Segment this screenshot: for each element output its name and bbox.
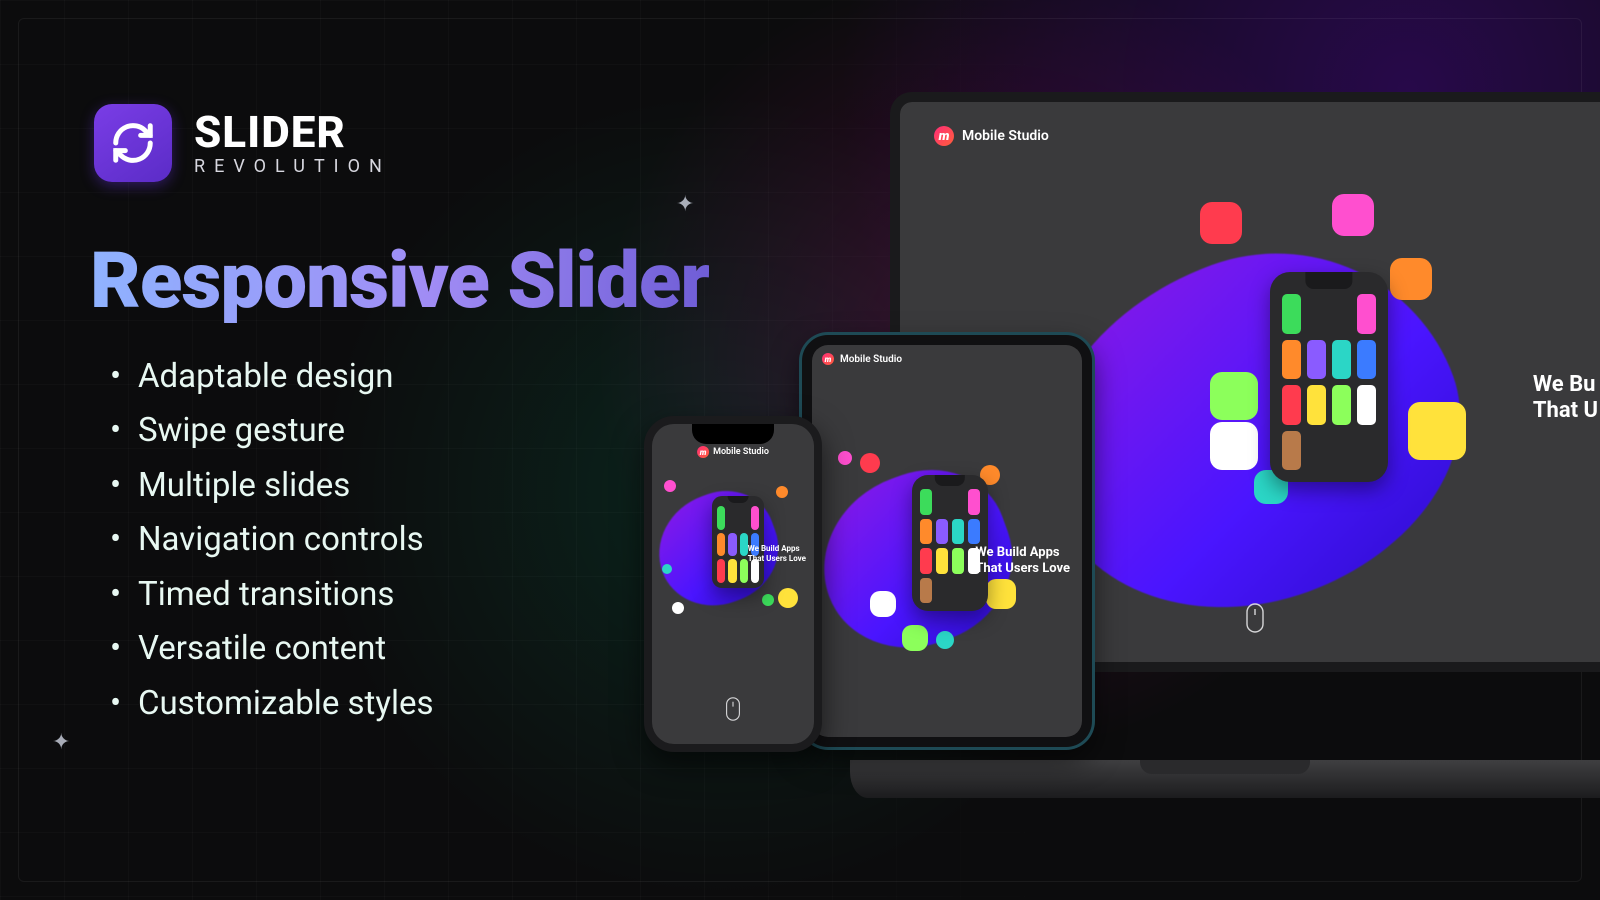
app-brand-label: Mobile Studio xyxy=(840,354,902,365)
sparkle-icon: ✦ xyxy=(52,730,70,755)
headline: Responsive Slider xyxy=(90,236,709,327)
feature-list: Adaptable design Swipe gesture Multiple … xyxy=(110,350,434,731)
feature-item: Multiple slides xyxy=(110,459,434,513)
feature-item: Adaptable design xyxy=(110,350,434,404)
mini-phone-graphic xyxy=(912,475,988,611)
product-logo: SLIDER REVOLUTION xyxy=(94,104,391,182)
feature-item: Customizable styles xyxy=(110,677,434,731)
feature-item: Swipe gesture xyxy=(110,404,434,458)
app-brand-label: Mobile Studio xyxy=(713,447,769,457)
logo-badge-icon xyxy=(94,104,172,182)
feature-item: Versatile content xyxy=(110,622,434,676)
phone-mockup: m Mobile Studio We Build Apps That Users… xyxy=(644,416,822,752)
app-brand-label: Mobile Studio xyxy=(962,128,1049,144)
app-brand: m Mobile Studio xyxy=(822,353,902,365)
logo-text-line2: REVOLUTION xyxy=(194,158,391,176)
scroll-mouse-icon xyxy=(725,696,741,726)
app-tagline: We Bu That U xyxy=(1533,372,1598,425)
app-brand: m Mobile Studio xyxy=(697,446,769,458)
tablet-mockup: m Mobile Studio We Build Apps That Users… xyxy=(802,335,1092,747)
logo-text-line1: SLIDER xyxy=(194,110,391,154)
feature-item: Timed transitions xyxy=(110,568,434,622)
app-tagline: We Build Apps That Users Love xyxy=(748,544,806,563)
mini-phone-graphic xyxy=(712,496,764,588)
app-tagline: We Build Apps That Users Love xyxy=(975,545,1070,576)
app-brand: m Mobile Studio xyxy=(934,126,1049,146)
mini-phone-graphic xyxy=(1270,272,1388,482)
device-showcase: m Mobile Studio xyxy=(620,0,1600,900)
feature-item: Navigation controls xyxy=(110,513,434,567)
scroll-mouse-icon xyxy=(1245,602,1265,638)
